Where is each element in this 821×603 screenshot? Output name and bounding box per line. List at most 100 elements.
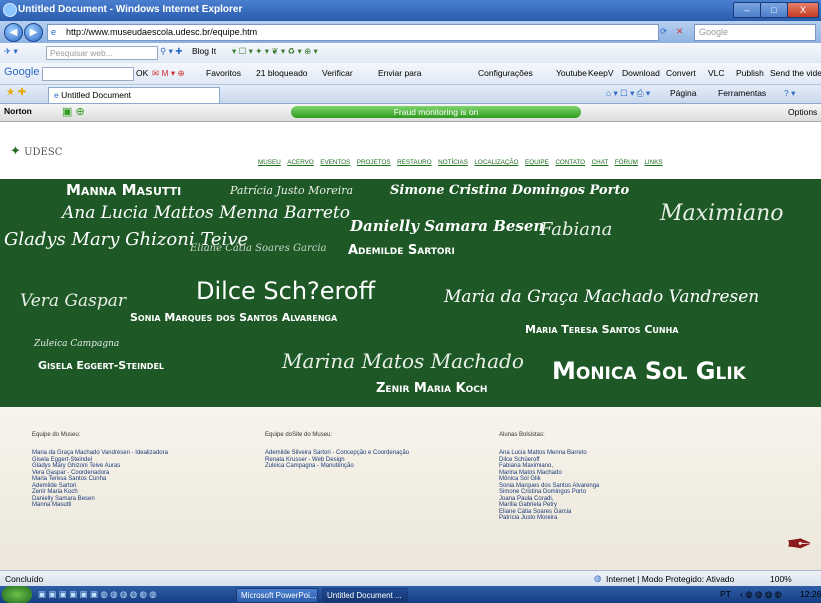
convert-button[interactable]: Convert bbox=[666, 68, 696, 78]
chalk-name: Dilce Sch?eroff bbox=[196, 277, 376, 305]
fraud-monitor-status[interactable]: Fraud monitoring is on bbox=[291, 106, 581, 118]
ferramentas-menu[interactable]: Ferramentas bbox=[718, 88, 766, 98]
chalk-name: Maximiano bbox=[660, 201, 784, 226]
configuracoes-button[interactable]: Configurações bbox=[478, 68, 533, 78]
credit-line: Ademilde Silveira Sartori - Concepção e … bbox=[265, 450, 410, 456]
publish-button[interactable]: Publish bbox=[736, 68, 764, 78]
credit-line: Patrícia Justo Moreira bbox=[499, 515, 558, 521]
taskbar: ▣ ▣ ▣ ▣ ▣ ▣ ◍ ◍ ◍ ◍ ◍ ◍ Microsoft PowerP… bbox=[0, 586, 821, 603]
quill-pen-icon: ✒ bbox=[786, 526, 813, 562]
site-logo[interactable]: ✦ UDESC bbox=[10, 144, 62, 159]
language-indicator[interactable]: PT bbox=[720, 589, 731, 599]
toolbar-google: Google OK ✉ M ▾ ⊕ Favoritos 21 bloqueado… bbox=[0, 63, 821, 85]
web-search-input[interactable]: Pesquisar web... bbox=[46, 46, 158, 60]
window-title: Untitled Document - Windows Internet Exp… bbox=[18, 4, 243, 15]
start-button[interactable] bbox=[2, 586, 32, 603]
nav-projetos[interactable]: PROJETOS bbox=[357, 159, 391, 166]
chalk-name: Sonia Marques dos Santos Alvarenga bbox=[130, 311, 338, 324]
status-bar: Concluído ◍ Internet | Modo Protegido: A… bbox=[0, 570, 821, 587]
blocked-popups[interactable]: 21 bloqueado bbox=[256, 68, 308, 78]
tray-icons[interactable]: ‹ ◍ ◍ ◍ ◍ bbox=[740, 589, 782, 600]
tab-untitled-document[interactable]: e Untitled Document bbox=[48, 87, 220, 103]
clock: 12:26 bbox=[800, 589, 821, 599]
back-icon[interactable]: ◀ bbox=[4, 23, 23, 42]
stop-icon[interactable]: ✕ bbox=[676, 26, 683, 37]
nav-eventos[interactable]: EVENTOS bbox=[320, 159, 350, 166]
enviar-button[interactable]: Enviar para bbox=[378, 68, 421, 78]
chalkboard-banner: Manna Masutti Patrícia Justo Moreira Sim… bbox=[0, 179, 821, 407]
norton-identity-icon[interactable]: ▣ ⊕ bbox=[62, 105, 85, 118]
favorites-star-icon[interactable]: ★ ✚ bbox=[6, 87, 26, 98]
send-video-button[interactable]: Send the video bbox=[770, 68, 821, 78]
nav-equipe[interactable]: EQUIPE bbox=[525, 159, 549, 166]
address-url: http://www.museudaescola.udesc.br/equipe… bbox=[66, 27, 258, 37]
google-ok-button[interactable]: OK bbox=[136, 68, 148, 78]
maximize-button[interactable]: □ bbox=[760, 2, 788, 18]
favoritos-button[interactable]: Favoritos bbox=[206, 68, 241, 78]
tab-page-icon: e bbox=[54, 90, 59, 100]
search-icon[interactable]: ⚲ ▾ ✚ bbox=[160, 46, 182, 57]
toolbar-search: ✈ ▾ Pesquisar web... ⚲ ▾ ✚ Blog It ▾ ☐ ▾… bbox=[0, 43, 821, 64]
keepv-button[interactable]: KeepV bbox=[588, 68, 614, 78]
credit-line: Zuleica Campagna - Manutenção bbox=[265, 463, 354, 469]
address-bar[interactable]: e http://www.museudaescola.udesc.br/equi… bbox=[47, 24, 659, 41]
norton-toolbar: Norton ▣ ⊕ Fraud monitoring is on Option… bbox=[0, 104, 821, 122]
verificar-button[interactable]: Verificar bbox=[322, 68, 353, 78]
chalk-name: Manna Masutti bbox=[66, 181, 182, 199]
credits-section: Equipe do Museu: Maria da Graça Machado … bbox=[0, 407, 821, 570]
nav-links[interactable]: LINKS bbox=[644, 159, 662, 166]
column-heading: Equipe doSite do Museu: bbox=[265, 432, 333, 438]
taskbar-powerpoint[interactable]: Microsoft PowerPoi... bbox=[236, 588, 318, 603]
close-button[interactable]: X bbox=[787, 2, 819, 18]
youtube-button[interactable]: Youtube bbox=[556, 68, 587, 78]
blogit-button[interactable]: Blog It bbox=[192, 46, 216, 56]
credit-line: Manna Masutti bbox=[32, 502, 72, 508]
nav-museu[interactable]: MUSEU bbox=[258, 159, 281, 166]
refresh-icon[interactable]: ⟳ bbox=[660, 26, 667, 37]
status-text: Concluído bbox=[5, 574, 44, 584]
toolbar-logo-icon: ✈ ▾ bbox=[4, 46, 18, 56]
vlc-button[interactable]: VLC bbox=[708, 68, 725, 78]
chalk-name: Zuleica Campagna bbox=[34, 339, 120, 349]
quick-launch-icons[interactable]: ▣ ▣ ▣ ▣ ▣ ▣ ◍ ◍ ◍ ◍ ◍ ◍ bbox=[38, 589, 157, 600]
norton-logo: Norton bbox=[4, 106, 32, 116]
pagina-menu[interactable]: Página bbox=[670, 88, 696, 98]
chalk-name: Maria Teresa Santos Cunha bbox=[525, 323, 679, 336]
web-page: ✦ UDESC MUSEU ACERVO EVENTOS PROJETOS RE… bbox=[0, 122, 821, 570]
nav-restauro[interactable]: RESTAURO bbox=[397, 159, 432, 166]
column-heading: Alunas Bolsistas: bbox=[499, 432, 545, 438]
download-button[interactable]: Download bbox=[622, 68, 660, 78]
chalk-name: Vera Gaspar bbox=[20, 291, 127, 311]
minimize-button[interactable]: – bbox=[733, 2, 761, 18]
nav-noticias[interactable]: NOTÍCIAS bbox=[438, 159, 468, 166]
zoom-level[interactable]: 100% bbox=[770, 574, 792, 584]
help-icon[interactable]: ? ▾ bbox=[784, 88, 795, 99]
nav-contato[interactable]: CONTATO bbox=[555, 159, 585, 166]
forward-icon[interactable]: ▶ bbox=[24, 23, 43, 42]
chalk-name: Simone Cristina Domingos Porto bbox=[390, 183, 630, 198]
chalk-name: Fabiana bbox=[540, 219, 613, 240]
security-zone[interactable]: Internet | Modo Protegido: Ativado bbox=[606, 574, 734, 584]
google-tools-icons[interactable]: ✉ M ▾ ⊕ bbox=[152, 68, 185, 79]
credit-line: Ana Lucia Mattos Menna Barreto bbox=[499, 450, 587, 456]
museum-team-column: Equipe do Museu: Maria da Graça Machado … bbox=[32, 432, 168, 509]
tabs-row: ★ ✚ e Untitled Document ⌂ ▾ ☐ ▾ ⎙ ▾ Pági… bbox=[0, 85, 821, 104]
taskbar-ie[interactable]: Untitled Document ... bbox=[322, 588, 408, 603]
chalk-name: Monica Sol Glik bbox=[552, 357, 746, 385]
chalk-name: Danielly Samara Besen bbox=[350, 217, 545, 235]
chalk-name: Zenir Maria Koch bbox=[376, 381, 488, 396]
home-icon[interactable]: ⌂ ▾ ☐ ▾ ⎙ ▾ bbox=[606, 88, 650, 99]
nav-localizacao[interactable]: LOCALIZAÇÃO bbox=[474, 159, 518, 166]
google-search-input[interactable] bbox=[42, 67, 134, 81]
chalk-name: Ademilde Sartori bbox=[348, 243, 455, 258]
nav-chat[interactable]: CHAT bbox=[592, 159, 609, 166]
norton-options-button[interactable]: Options bbox=[788, 107, 817, 117]
ie-icon bbox=[3, 3, 17, 17]
search-box[interactable]: Google bbox=[694, 24, 816, 41]
nav-forum[interactable]: FÓRUM bbox=[615, 159, 638, 166]
toolbar-icons[interactable]: ▾ ☐ ▾ ✦ ▾ ❦ ▾ ♻ ▾ ⊕ ▾ bbox=[232, 46, 318, 57]
internet-zone-icon: ◍ bbox=[594, 573, 602, 583]
site-team-column: Equipe doSite do Museu: Ademilde Silveir… bbox=[265, 432, 409, 470]
nav-acervo[interactable]: ACERVO bbox=[287, 159, 313, 166]
chalk-name: Patrícia Justo Moreira bbox=[230, 184, 354, 197]
